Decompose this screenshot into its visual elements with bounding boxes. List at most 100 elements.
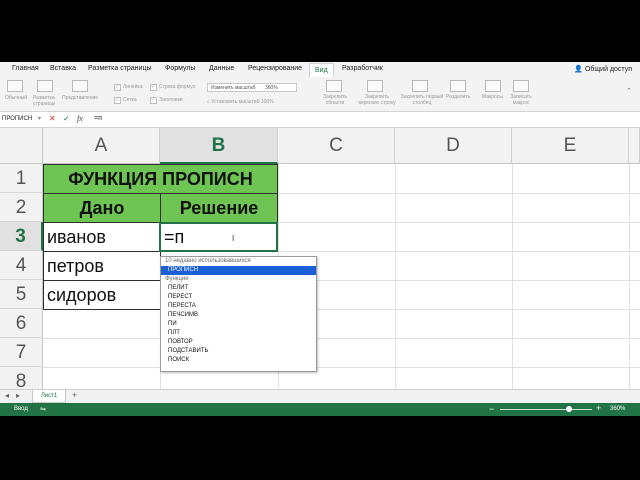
- share-button[interactable]: 👤 Общий доступ: [574, 65, 632, 73]
- cell-a1-title[interactable]: ФУНКЦИЯ ПРОПИСН: [43, 164, 278, 194]
- select-all-corner[interactable]: [0, 128, 43, 164]
- tab-review[interactable]: Рецензирование: [248, 65, 302, 72]
- tab-page-layout[interactable]: Разметка страницы: [88, 65, 152, 72]
- row-header-7[interactable]: 7: [0, 338, 43, 367]
- autocomplete-item[interactable]: ПЛТ: [161, 329, 316, 338]
- cell-b3-editor[interactable]: =п: [164, 224, 184, 251]
- zoom-slider-track[interactable]: [500, 409, 592, 410]
- tab-formulas[interactable]: Формулы: [165, 65, 195, 72]
- freeze-top-row-icon[interactable]: [367, 80, 383, 92]
- zoom-select-label: Изменить масштаб: [211, 85, 256, 91]
- letterbox-top: [0, 0, 640, 62]
- autocomplete-item[interactable]: ПЕРЕСТ: [161, 293, 316, 302]
- zoom-100-button[interactable]: ⌕ Установить масштаб 100%: [207, 99, 274, 105]
- function-autocomplete: 10 недавно использовавшихся ПРОПИСН Функ…: [160, 256, 317, 372]
- column-header-e[interactable]: E: [512, 128, 629, 164]
- status-bar: Ввод ⇋ − + 360%: [0, 403, 640, 416]
- ribbon: Обычный Разметка страницы Представление …: [0, 77, 640, 112]
- zoom-in-button[interactable]: +: [596, 403, 601, 413]
- headings-checkbox[interactable]: ✓: [150, 97, 157, 104]
- zoom-percent: 360%: [610, 406, 626, 412]
- cell-a5[interactable]: сидоров: [43, 280, 161, 310]
- cancel-icon[interactable]: ✕: [49, 114, 56, 124]
- freeze-first-col-label: Закрепить первый столбец: [400, 94, 444, 106]
- next-sheet-icon[interactable]: ▸: [16, 391, 20, 400]
- name-box-dropdown-icon[interactable]: ▾: [38, 114, 41, 124]
- formula-input[interactable]: =п: [94, 114, 102, 124]
- autocomplete-item[interactable]: ПОИСК: [161, 356, 316, 365]
- row-header-1[interactable]: 1: [0, 164, 43, 193]
- cell-a3[interactable]: иванов: [43, 222, 161, 252]
- gridline: [395, 164, 396, 389]
- zoom-100-label: Установить масштаб 100%: [211, 99, 274, 105]
- autocomplete-item[interactable]: ПИ: [161, 320, 316, 329]
- letterbox-bottom: [0, 416, 640, 480]
- column-header-d[interactable]: D: [395, 128, 512, 164]
- ruler-checkbox[interactable]: ✓: [114, 84, 121, 91]
- freeze-top-row-label: Закрепить верхнюю строку: [358, 94, 396, 106]
- formula-bar-label: Строка формул: [159, 84, 196, 90]
- magnifier-icon: ⌕: [207, 99, 210, 105]
- column-header-c[interactable]: C: [278, 128, 395, 164]
- row-header-4[interactable]: 4: [0, 251, 43, 280]
- enter-icon[interactable]: ✓: [63, 114, 70, 124]
- autocomplete-item[interactable]: ПЕЧСИМВ: [161, 311, 316, 320]
- normal-view-icon[interactable]: [7, 80, 23, 92]
- share-label: Общий доступ: [584, 66, 632, 73]
- split-label: Разделить: [446, 94, 471, 100]
- autocomplete-item[interactable]: ПОДСТАВИТЬ: [161, 347, 316, 356]
- autocomplete-item-recent[interactable]: ПРОПИСН: [161, 266, 316, 275]
- fx-icon[interactable]: fx: [77, 114, 83, 124]
- row-header-3[interactable]: 3: [0, 222, 43, 251]
- add-sheet-button[interactable]: +: [72, 390, 77, 400]
- worksheet-grid: A B C D E 1 2 3 4 5 6 7 8 ФУНКЦИЯ ПРОПИС…: [0, 128, 640, 389]
- row-header-5[interactable]: 5: [0, 280, 43, 309]
- row-header-2[interactable]: 2: [0, 193, 43, 222]
- page-layout-icon[interactable]: [37, 80, 53, 92]
- prev-sheet-icon[interactable]: ◂: [5, 391, 9, 400]
- tab-view[interactable]: Вид: [309, 63, 334, 78]
- row-header-6[interactable]: 6: [0, 309, 43, 338]
- column-header-f[interactable]: [629, 128, 640, 164]
- cell-a4[interactable]: петров: [43, 251, 161, 281]
- gridlines-checkbox[interactable]: ✓: [114, 97, 121, 104]
- tab-home[interactable]: Главная: [12, 65, 39, 72]
- collapse-ribbon-icon[interactable]: ⌃: [626, 87, 632, 95]
- freeze-panes-icon[interactable]: [326, 80, 342, 92]
- record-macro-icon[interactable]: [513, 80, 529, 92]
- cell-b2-header[interactable]: Решение: [160, 193, 278, 223]
- column-header-b[interactable]: B: [160, 128, 278, 164]
- macro-record-icon[interactable]: ⇋: [40, 405, 46, 413]
- record-macro-label: Записать макрос: [510, 94, 532, 106]
- autocomplete-item[interactable]: ПЕЛИТ: [161, 284, 316, 293]
- row-header-8[interactable]: 8: [0, 367, 43, 389]
- tab-data[interactable]: Данные: [209, 65, 234, 72]
- macros-icon[interactable]: [485, 80, 501, 92]
- normal-view-label: Обычный: [5, 95, 28, 101]
- active-cell-b3[interactable]: =п: [159, 222, 278, 252]
- formula-bar: ПРОПИСН ▾ ✕ ✓ fx =п: [0, 112, 640, 128]
- zoom-slider-thumb[interactable]: [566, 406, 572, 412]
- autocomplete-item[interactable]: ПЕРЕСТА: [161, 302, 316, 311]
- gridline: [629, 164, 630, 389]
- functions-header: Функции: [165, 276, 189, 282]
- freeze-panes-label: Закрепить области: [323, 94, 347, 106]
- text-cursor-icon: I: [232, 234, 235, 243]
- recent-header: 10 недавно использовавшихся: [165, 258, 251, 264]
- split-icon[interactable]: [450, 80, 466, 92]
- gridlines-label: Сетка: [123, 97, 137, 103]
- autocomplete-item[interactable]: ПОВТОР: [161, 338, 316, 347]
- tab-developer[interactable]: Разработчик: [342, 65, 383, 72]
- sheet-tab-list1[interactable]: Лист1: [32, 390, 66, 403]
- page-view-label: Представление: [62, 95, 99, 101]
- zoom-out-button[interactable]: −: [489, 404, 494, 414]
- column-header-a[interactable]: A: [43, 128, 160, 164]
- cell-a2-header[interactable]: Дано: [43, 193, 161, 223]
- freeze-first-col-icon[interactable]: [412, 80, 428, 92]
- name-box[interactable]: ПРОПИСН: [2, 114, 38, 124]
- page-view-icon[interactable]: [72, 80, 88, 92]
- gridline: [43, 367, 640, 368]
- zoom-select[interactable]: Изменить масштаб 360%: [207, 83, 297, 92]
- tab-insert[interactable]: Вставка: [50, 65, 76, 72]
- formula-bar-checkbox[interactable]: ✓: [150, 84, 157, 91]
